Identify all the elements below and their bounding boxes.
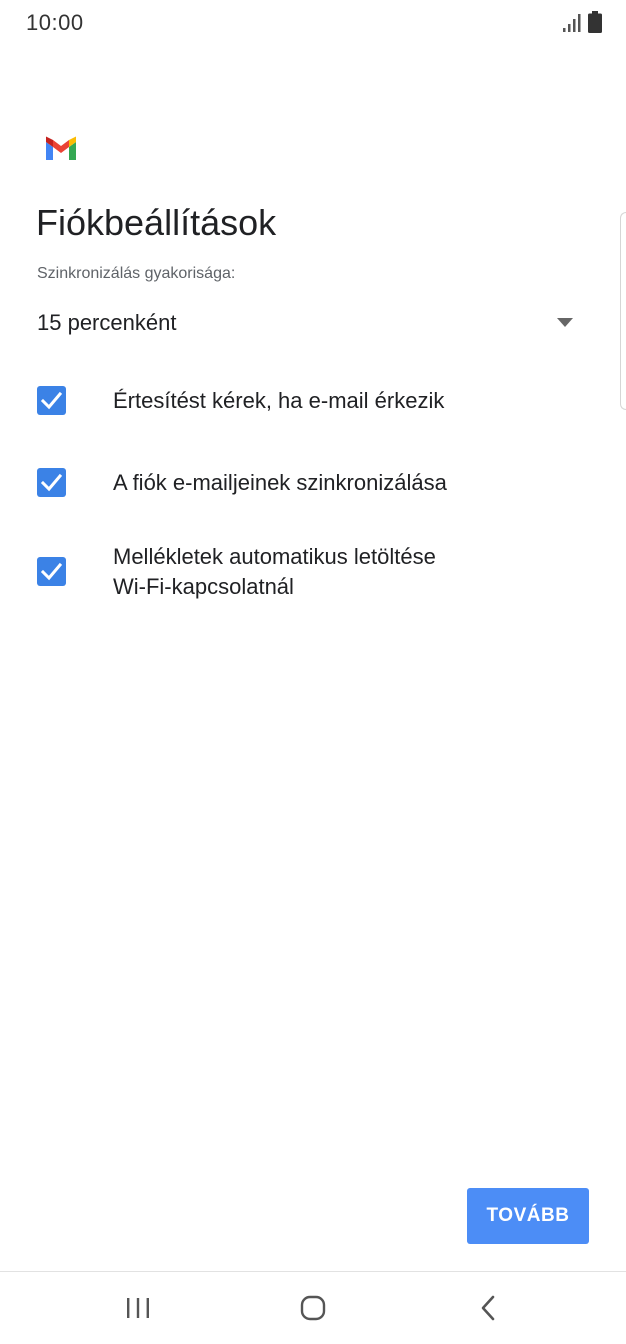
gmail-logo-icon (46, 136, 76, 160)
notify-checkbox[interactable] (37, 386, 66, 415)
recents-icon[interactable] (124, 1296, 152, 1320)
notify-label: Értesítést kérek, ha e-mail érkezik (113, 388, 445, 413)
checkmark-icon (41, 473, 62, 492)
home-icon[interactable] (299, 1294, 327, 1322)
back-icon[interactable] (478, 1294, 498, 1322)
page-title: Fiókbeállítások (36, 202, 277, 243)
battery-icon (588, 11, 602, 33)
edge-panel-handle[interactable] (620, 212, 626, 410)
status-bar: 10:00 (0, 0, 626, 48)
option-notify-row[interactable]: Értesítést kérek, ha e-mail érkezik (37, 386, 597, 418)
sync-frequency-value: 15 percenként (37, 310, 177, 335)
signal-icon (563, 14, 581, 32)
dropdown-arrow-icon (557, 318, 573, 327)
attachments-checkbox[interactable] (37, 557, 66, 586)
option-attachments-row[interactable]: Mellékletek automatikus letöltése Wi-Fi-… (37, 542, 597, 604)
attachments-label-line1: Mellékletek automatikus letöltése (113, 544, 436, 569)
account-settings-screen: 10:00 Fiókbeállítások Szinkronizálás gya… (0, 0, 626, 1344)
status-time: 10:00 (26, 10, 84, 35)
attachments-label-line2: Wi-Fi-kapcsolatnál (113, 574, 294, 599)
checkmark-icon (41, 391, 62, 410)
navigation-bar (0, 1272, 626, 1344)
sync-frequency-dropdown[interactable]: 15 percenként (37, 300, 582, 346)
continue-button[interactable]: TOVÁBB (467, 1188, 589, 1244)
sync-emails-label: A fiók e-mailjeinek szinkronizálása (113, 470, 447, 495)
checkmark-icon (41, 562, 62, 581)
sync-frequency-label: Szinkronizálás gyakorisága: (37, 265, 236, 282)
option-sync-row[interactable]: A fiók e-mailjeinek szinkronizálása (37, 468, 597, 500)
sync-emails-checkbox[interactable] (37, 468, 66, 497)
